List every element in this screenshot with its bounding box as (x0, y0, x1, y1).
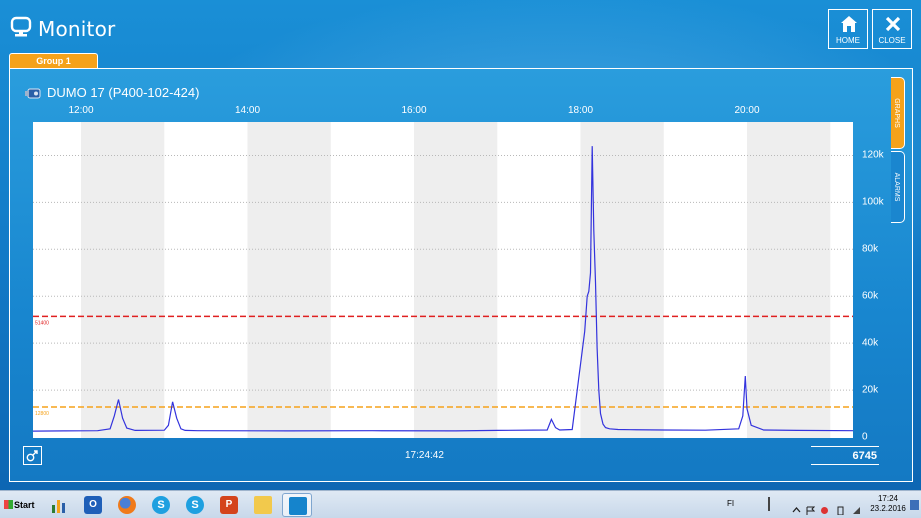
folder-icon (254, 496, 272, 514)
x-tick-label: 18:00 (567, 105, 594, 116)
tab-graphs[interactable]: GRAPHS (891, 77, 905, 149)
home-label: HOME (836, 36, 860, 45)
y-tick-label: 80k (862, 243, 879, 255)
shaded-band (81, 122, 165, 438)
chart-svg: 51400 12800 (33, 122, 853, 438)
y-tick-label: 120k (862, 149, 884, 161)
shaded-band (414, 122, 498, 438)
tab-graphs-label: GRAPHS (893, 98, 900, 128)
device-title: DUMO 17 (P400-102-424) (47, 85, 200, 100)
taskbar-app-powerpoint[interactable]: P (214, 493, 244, 517)
settings-button[interactable] (23, 446, 42, 465)
tray-time: 17:24 (877, 494, 899, 503)
home-button[interactable]: HOME (828, 9, 868, 49)
tray-date: 23.2.2016 (870, 504, 906, 513)
tray-clock[interactable]: 17:24 23.2.2016 (870, 494, 906, 514)
flag-icon[interactable] (806, 500, 816, 515)
close-button[interactable]: CLOSE (872, 9, 912, 49)
chevron-up-icon[interactable] (792, 500, 801, 513)
taskbar-app-chart[interactable] (44, 493, 74, 517)
monitor-icon (10, 16, 32, 37)
taskbar-app-skype[interactable]: S (146, 493, 176, 517)
taskbar-app-skype-2[interactable]: S (180, 493, 210, 517)
threshold-label: 12800 (35, 411, 49, 417)
start-button[interactable]: Start (2, 493, 38, 517)
gender-settings-icon (26, 450, 38, 462)
divider (811, 464, 879, 465)
current-time: 17:24:42 (405, 450, 444, 461)
current-value: 6745 (852, 450, 877, 462)
y-tick-label: 0 (862, 431, 868, 443)
monitor-window: Monitor HOME CLOSE Group 1 DUMO 17 (P400… (0, 0, 921, 490)
y-tick-label: 100k (862, 196, 884, 208)
skype-icon: S (152, 496, 170, 514)
app-title: Monitor (38, 17, 116, 41)
shaded-band (747, 122, 831, 438)
taskbar: Start O S S P FI 17:24 23.2.2016 (0, 490, 921, 518)
tab-group-1[interactable]: Group 1 (9, 53, 98, 69)
shaded-band (247, 122, 331, 438)
signal-icon[interactable] (852, 500, 861, 514)
close-label: CLOSE (878, 36, 906, 45)
windows-logo-icon (4, 500, 13, 509)
taskbar-app-explorer[interactable] (248, 493, 278, 517)
keyboard-separator (768, 497, 770, 511)
language-indicator: FI (727, 499, 735, 508)
skype-icon: S (186, 496, 204, 514)
outlook-icon: O (84, 496, 102, 514)
y-tick-label: 40k (862, 337, 879, 349)
y-tick-label: 60k (862, 290, 879, 302)
tab-alarms[interactable]: ALARMS (891, 151, 905, 223)
monitor-app-icon (289, 497, 307, 515)
chart-area[interactable]: 51400 12800 (33, 122, 853, 438)
device-icon (25, 88, 41, 99)
x-tick-label: 14:00 (234, 105, 261, 116)
no-sync-icon[interactable] (820, 500, 829, 514)
taskbar-app-outlook[interactable]: O (78, 493, 108, 517)
close-icon (885, 16, 901, 32)
powerpoint-icon: P (220, 496, 238, 514)
firefox-icon (118, 496, 136, 514)
x-tick-label: 12:00 (68, 105, 94, 116)
divider (811, 446, 879, 447)
x-tick-label: 16:00 (401, 105, 427, 116)
tab-alarms-label: ALARMS (893, 172, 900, 202)
home-icon (841, 16, 857, 32)
show-desktop-button[interactable] (910, 500, 919, 510)
taskbar-app-firefox[interactable] (112, 493, 142, 517)
battery-icon[interactable] (836, 500, 845, 516)
bar-chart-icon (52, 500, 65, 513)
taskbar-app-monitor[interactable] (282, 493, 312, 517)
threshold-label: 51400 (35, 320, 49, 326)
x-tick-label: 20:00 (734, 105, 760, 116)
y-tick-label: 20k (862, 384, 879, 396)
